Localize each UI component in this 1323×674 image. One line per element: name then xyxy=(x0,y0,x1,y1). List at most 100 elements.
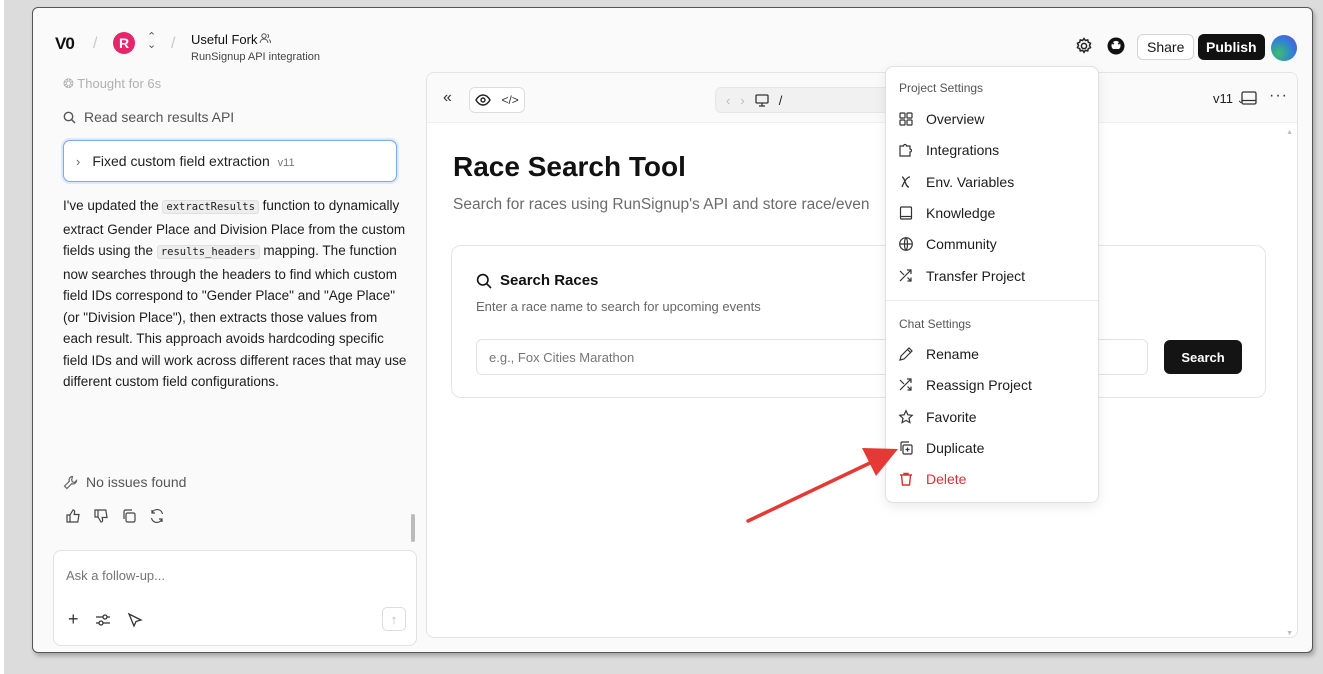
layout-panel-icon[interactable] xyxy=(1241,91,1257,105)
menu-item-label: Favorite xyxy=(926,409,977,425)
assistant-message: I've updated the extractResults function… xyxy=(63,195,408,393)
wrench-icon xyxy=(63,475,78,489)
github-icon[interactable] xyxy=(1106,36,1126,56)
cursor-select-icon[interactable] xyxy=(127,612,143,628)
chevron-right-icon: › xyxy=(76,153,81,169)
trash-icon xyxy=(900,472,912,486)
settings-menu: Project Settings Overview Integrations E… xyxy=(885,66,1099,503)
chevron-updown-icon[interactable]: ⌃ ⌄ xyxy=(147,32,156,51)
menu-item-favorite[interactable]: Favorite xyxy=(898,405,1088,429)
search-icon xyxy=(63,111,76,123)
search-card-title-label: Search Races xyxy=(500,272,599,289)
plus-icon[interactable]: + xyxy=(68,609,79,630)
shuffle-icon xyxy=(899,378,912,391)
version-card-label: Fixed custom field extraction xyxy=(92,153,270,169)
thumbs-down-icon[interactable] xyxy=(93,508,109,524)
url-bar[interactable]: ‹ › / xyxy=(715,87,905,113)
pencil-icon xyxy=(899,347,913,361)
menu-item-delete[interactable]: Delete xyxy=(898,467,1088,491)
back-icon[interactable]: ‹ xyxy=(726,93,730,108)
regenerate-icon[interactable] xyxy=(149,508,165,524)
message-text: mapping. The function now searches throu… xyxy=(63,243,407,389)
collapse-sidebar-icon[interactable]: « xyxy=(443,89,452,107)
code-icon[interactable]: </> xyxy=(501,93,518,107)
version-card[interactable]: › Fixed custom field extraction v11 xyxy=(63,140,397,182)
project-avatar[interactable]: R xyxy=(113,32,135,54)
menu-item-reassign-project[interactable]: Reassign Project xyxy=(898,373,1088,397)
search-card: Search Races Enter a race name to search… xyxy=(451,245,1266,398)
view-toggle[interactable]: </> xyxy=(469,87,525,113)
scroll-up-icon[interactable]: ▲ xyxy=(1286,129,1293,136)
step-label: Read search results API xyxy=(84,109,235,125)
menu-item-label: Duplicate xyxy=(926,440,985,456)
forward-icon[interactable]: › xyxy=(740,93,744,108)
globe-icon xyxy=(899,237,913,251)
preview-toolbar: « </> ‹ › / v11 ⌄ ··· xyxy=(427,73,1297,123)
search-button[interactable]: Search xyxy=(1164,340,1242,374)
duplicate-icon xyxy=(900,441,913,455)
scroll-down-icon[interactable]: ▼ xyxy=(1286,630,1293,637)
version-badge: v11 xyxy=(277,157,295,169)
menu-item-label: Transfer Project xyxy=(926,268,1026,284)
follow-up-input[interactable] xyxy=(66,568,366,583)
menu-item-knowledge[interactable]: Knowledge xyxy=(898,201,1088,225)
thumbs-up-icon[interactable] xyxy=(65,508,81,524)
menu-item-label: Knowledge xyxy=(926,205,996,221)
monitor-icon[interactable] xyxy=(755,93,769,107)
share-button[interactable]: Share xyxy=(1137,34,1195,60)
chat-composer: + ↑ xyxy=(53,550,417,646)
inline-code: extractResults xyxy=(162,200,259,214)
eye-icon[interactable] xyxy=(475,94,491,106)
puzzle-icon xyxy=(899,143,913,157)
menu-item-env-variables[interactable]: Env. Variables xyxy=(898,170,1088,194)
star-icon xyxy=(898,409,914,424)
page-title: Race Search Tool xyxy=(453,151,686,182)
copy-icon[interactable] xyxy=(121,508,137,524)
breadcrumb-separator: / xyxy=(93,35,98,52)
search-card-title: Search Races xyxy=(476,272,598,289)
menu-item-rename[interactable]: Rename xyxy=(898,342,1088,366)
menu-item-duplicate[interactable]: Duplicate xyxy=(898,436,1088,460)
chat-panel: ❂ Thought for 6s Read search results API… xyxy=(51,72,419,652)
sliders-icon[interactable] xyxy=(95,612,111,628)
gear-icon[interactable] xyxy=(1074,36,1094,56)
menu-item-label: Delete xyxy=(926,471,967,487)
project-settings-heading: Project Settings xyxy=(899,81,984,95)
inline-code: results_headers xyxy=(156,245,260,259)
thought-status[interactable]: ❂ Thought for 6s xyxy=(63,76,161,92)
menu-item-label: Community xyxy=(926,236,997,252)
message-text: I've updated the xyxy=(63,198,163,213)
menu-item-label: Reassign Project xyxy=(926,377,1032,393)
publish-button[interactable]: Publish xyxy=(1198,34,1265,60)
more-options-icon[interactable]: ··· xyxy=(1269,87,1288,105)
menu-divider xyxy=(886,300,1098,301)
breadcrumb-separator: / xyxy=(171,35,176,52)
no-issues-label: No issues found xyxy=(86,474,187,490)
shared-users-icon xyxy=(259,32,272,47)
menu-item-community[interactable]: Community xyxy=(898,232,1088,256)
chat-settings-heading: Chat Settings xyxy=(899,317,972,331)
no-issues-status: No issues found xyxy=(63,474,186,490)
menu-item-integrations[interactable]: Integrations xyxy=(898,138,1088,162)
menu-item-transfer-project[interactable]: Transfer Project xyxy=(898,264,1088,288)
menu-item-overview[interactable]: Overview xyxy=(898,107,1088,131)
book-icon xyxy=(899,206,913,220)
url-path: / xyxy=(778,92,783,108)
feedback-actions xyxy=(65,508,165,524)
v0-logo[interactable]: V0 xyxy=(55,34,75,54)
project-title[interactable]: Useful Fork xyxy=(191,32,257,47)
menu-item-label: Rename xyxy=(926,346,979,362)
menu-item-label: Overview xyxy=(926,111,985,127)
chat-scrollbar[interactable] xyxy=(411,514,415,542)
thought-label: Thought for 6s xyxy=(77,76,162,91)
composer-tools: + xyxy=(68,609,143,630)
version-select-label: v11 xyxy=(1213,91,1233,106)
user-avatar[interactable] xyxy=(1271,35,1297,61)
app-window: V0 / R ⌃ ⌄ / Useful Fork RunSignup API in… xyxy=(32,7,1313,653)
page-subtitle: Search for races using RunSignup's API a… xyxy=(453,196,870,213)
preview-panel: « </> ‹ › / v11 ⌄ ··· ▲ Race Search Tool… xyxy=(426,72,1298,638)
menu-item-label: Env. Variables xyxy=(926,174,1015,190)
send-button[interactable]: ↑ xyxy=(382,607,406,631)
search-icon xyxy=(476,273,492,289)
shuffle-icon xyxy=(899,269,912,282)
